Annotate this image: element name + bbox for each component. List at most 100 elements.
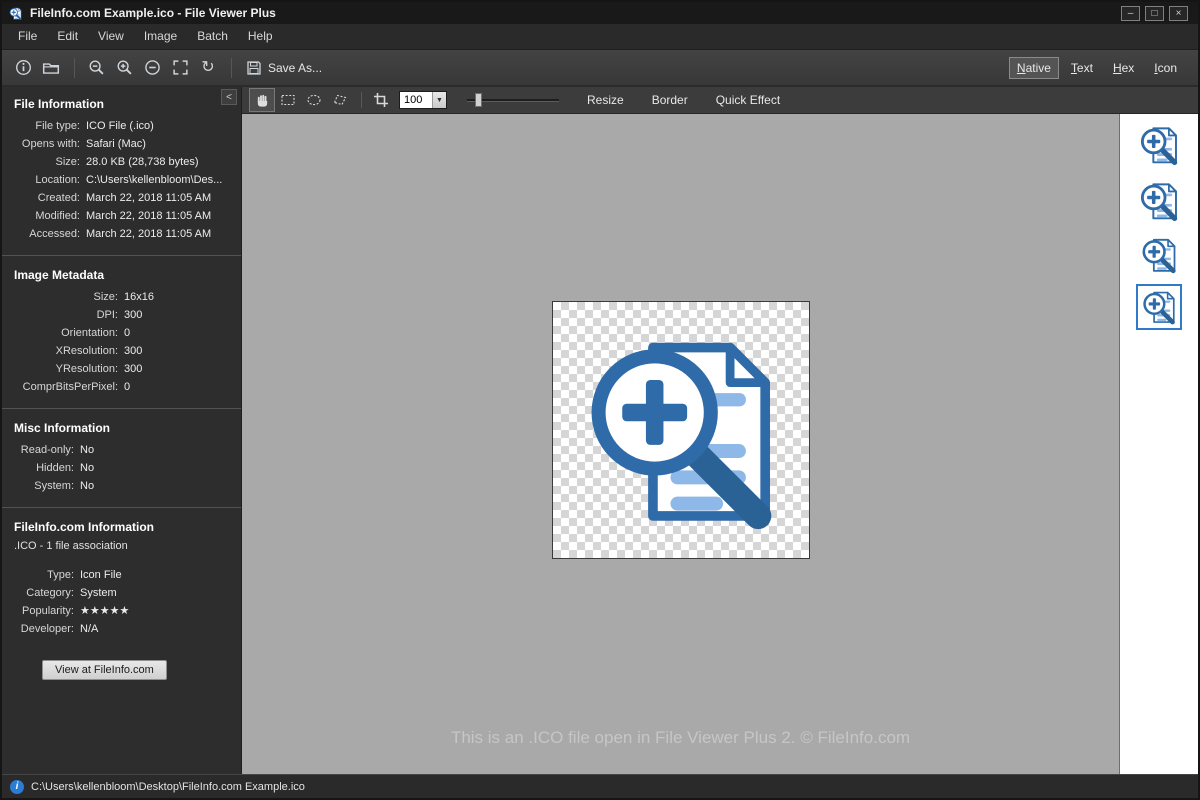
icon-sizes-panel (1119, 114, 1198, 774)
info-button[interactable] (10, 55, 36, 81)
section-title: FileInfo.com Information (2, 510, 241, 540)
zoom-reset-icon (144, 59, 161, 76)
maximize-button[interactable]: □ (1145, 6, 1164, 21)
menu-batch[interactable]: Batch (187, 24, 238, 49)
fileinfo-section: FileInfo.com Information .ICO - 1 file a… (2, 510, 241, 680)
toolbar-separator (231, 58, 232, 78)
ico-thumb (1138, 234, 1180, 276)
quick-effect-button[interactable]: Quick Effect (716, 93, 780, 107)
row-label: Category: (2, 584, 74, 602)
row-value: 0 (124, 378, 130, 396)
section-divider (2, 408, 241, 409)
menu-image[interactable]: Image (134, 24, 187, 49)
info-row: Read-only:No (2, 441, 241, 459)
info-row: Modified:March 22, 2018 11:05 AM (2, 207, 241, 225)
row-value: No (80, 441, 94, 459)
row-value: Safari (Mac) (86, 135, 146, 153)
status-bar: i C:\Users\kellenbloom\Desktop\FileInfo.… (2, 774, 1198, 798)
menu-view[interactable]: View (88, 24, 134, 49)
row-value: No (80, 477, 94, 495)
row-value: C:\Users\kellenbloom\Des... (86, 171, 222, 189)
ico-thumb (1136, 122, 1182, 168)
row-value: 300 (124, 342, 142, 360)
close-button[interactable]: × (1169, 6, 1188, 21)
save-as-button[interactable]: Save As... (240, 55, 328, 81)
icon-size-thumbnail[interactable] (1134, 120, 1184, 170)
zoom-slider-handle[interactable] (475, 93, 482, 107)
row-label: Opens with: (2, 135, 80, 153)
hand-tool-button[interactable] (250, 89, 274, 111)
minimize-button[interactable]: – (1121, 6, 1140, 21)
info-row: ComprBitsPerPixel: 0 (2, 378, 241, 396)
status-info-icon: i (10, 780, 24, 794)
lasso-select-tool-button[interactable] (328, 89, 352, 111)
info-row: Opens with: Safari (Mac) (2, 135, 241, 153)
tab-hex[interactable]: Hex (1106, 58, 1141, 78)
fit-screen-icon (172, 59, 189, 76)
row-label: System: (2, 477, 74, 495)
rect-select-icon (280, 92, 296, 108)
zoom-out-button[interactable] (83, 55, 109, 81)
info-row: Created:March 22, 2018 11:05 AM (2, 189, 241, 207)
info-row: Size:28.0 KB (28,738 bytes) (2, 153, 241, 171)
view-mode-tabs: Native Text Hex Icon (1010, 58, 1184, 78)
image-canvas[interactable]: This is an .ICO file open in File Viewer… (242, 114, 1119, 774)
rect-select-tool-button[interactable] (276, 89, 300, 111)
row-label: Hidden: (2, 459, 74, 477)
zoom-in-button[interactable] (111, 55, 137, 81)
file-path-text: C:\Users\kellenbloom\Desktop\FileInfo.co… (31, 781, 305, 793)
row-value: 0 (124, 324, 130, 342)
image-metadata-section: Image Metadata Size:16x16 DPI:300 Orient… (2, 258, 241, 396)
row-value: 300 (124, 306, 142, 324)
info-row: YResolution:300 (2, 360, 241, 378)
section-title: Misc Information (2, 411, 241, 441)
zoom-slider[interactable] (467, 93, 559, 107)
rotate-button[interactable]: ↻ (195, 55, 221, 81)
tab-text[interactable]: Text (1064, 58, 1100, 78)
row-label: Modified: (2, 207, 80, 225)
menu-edit[interactable]: Edit (47, 24, 88, 49)
info-row: Orientation:0 (2, 324, 241, 342)
row-value: ★★★★★ (80, 602, 129, 620)
row-label: Size: (2, 153, 80, 171)
misc-information-section: Misc Information Read-only:No Hidden:No … (2, 411, 241, 495)
menu-help[interactable]: Help (238, 24, 283, 49)
section-divider (2, 255, 241, 256)
icon-size-thumbnail-selected[interactable] (1136, 284, 1182, 330)
fit-screen-button[interactable] (167, 55, 193, 81)
tab-native[interactable]: Native (1010, 58, 1058, 78)
section-title: File Information (2, 87, 241, 117)
info-row: Popularity: ★★★★★ (2, 602, 241, 620)
row-label: Size: (2, 288, 118, 306)
app-window: FileInfo.com Example.ico - File Viewer P… (0, 0, 1200, 800)
row-label: Developer: (2, 620, 74, 638)
icon-size-thumbnail[interactable] (1134, 176, 1184, 226)
row-label: ComprBitsPerPixel: (2, 378, 118, 396)
row-value: System (80, 584, 117, 602)
row-value: No (80, 459, 94, 477)
info-row: Location:C:\Users\kellenbloom\Des... (2, 171, 241, 189)
icon-size-thumbnail[interactable] (1136, 232, 1182, 278)
hand-icon (255, 93, 270, 108)
row-label: Popularity: (2, 602, 74, 620)
row-label: Accessed: (2, 225, 80, 243)
zoom-out-icon (88, 59, 105, 76)
view-at-fileinfo-button[interactable]: View at FileInfo.com (42, 660, 167, 680)
zoom-reset-button[interactable] (139, 55, 165, 81)
zoom-level-combo[interactable]: 100 ▼ (399, 91, 447, 109)
ellipse-select-tool-button[interactable] (302, 89, 326, 111)
menu-file[interactable]: File (8, 24, 47, 49)
chevron-down-icon[interactable]: ▼ (432, 92, 446, 108)
folder-icon (42, 59, 60, 77)
tab-icon[interactable]: Icon (1147, 58, 1184, 78)
toolbar-separator (74, 58, 75, 78)
sidebar-collapse-button[interactable]: < (221, 89, 237, 105)
resize-button[interactable]: Resize (587, 93, 624, 107)
open-folder-button[interactable] (38, 55, 64, 81)
image-tools-bar: 100 ▼ Resize Border Quick Effect (242, 87, 1198, 114)
ico-image-preview[interactable] (552, 301, 810, 559)
zoom-level-value[interactable]: 100 (400, 92, 432, 108)
border-button[interactable]: Border (652, 93, 688, 107)
ico-image (567, 316, 795, 544)
crop-tool-button[interactable] (369, 89, 393, 111)
